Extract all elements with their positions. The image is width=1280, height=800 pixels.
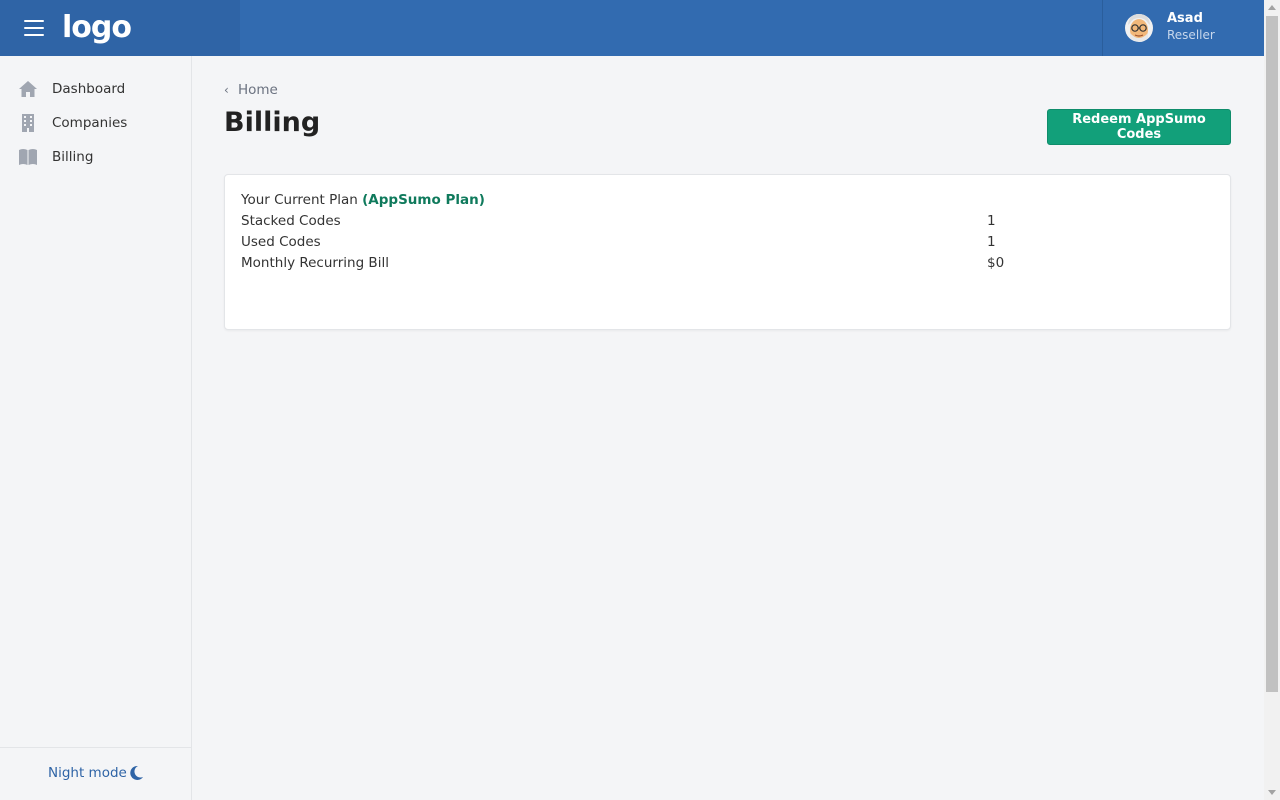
home-icon: [19, 81, 37, 97]
night-mode-toggle[interactable]: Night mode: [48, 765, 127, 781]
sidebar-item-billing[interactable]: Billing: [0, 142, 191, 172]
sidebar-item-dashboard[interactable]: Dashboard: [0, 74, 191, 104]
billing-plan-card: Your Current Plan (AppSumo Plan) Stacked…: [224, 174, 1231, 330]
sidebar-item-label: Billing: [52, 149, 94, 165]
used-codes-value: 1: [987, 234, 996, 250]
stacked-codes-value: 1: [987, 213, 996, 229]
sidebar-item-companies[interactable]: Companies: [0, 108, 191, 138]
top-bar: logo Asad Reseller: [0, 0, 1264, 56]
avatar: [1125, 14, 1153, 42]
top-bar-brand-area: logo: [0, 0, 240, 56]
page-title: Billing: [224, 107, 321, 138]
redeem-appsumo-codes-button[interactable]: Redeem AppSumo Codes: [1047, 109, 1231, 145]
scroll-up-arrow-icon[interactable]: [1268, 5, 1276, 10]
breadcrumb[interactable]: ‹ Home: [224, 82, 278, 98]
monthly-bill-label: Monthly Recurring Bill: [241, 255, 389, 271]
user-role: Reseller: [1167, 28, 1215, 42]
logo[interactable]: logo: [62, 10, 132, 46]
stacked-codes-label: Stacked Codes: [241, 213, 341, 229]
page-scrollbar[interactable]: [1264, 0, 1280, 800]
moon-icon[interactable]: [128, 765, 144, 781]
user-menu[interactable]: Asad Reseller: [1102, 0, 1264, 56]
scrollbar-thumb[interactable]: [1266, 16, 1278, 692]
user-name: Asad: [1167, 11, 1203, 26]
used-codes-label: Used Codes: [241, 234, 321, 250]
book-icon: [19, 149, 37, 165]
current-plan-row: Your Current Plan (AppSumo Plan): [241, 192, 485, 208]
breadcrumb-home-link[interactable]: Home: [238, 82, 278, 98]
monthly-bill-value: $0: [987, 255, 1005, 271]
sidebar-item-label: Companies: [52, 115, 128, 131]
hamburger-menu-icon[interactable]: [24, 20, 44, 36]
building-icon: [22, 114, 34, 132]
current-plan-label: Your Current Plan: [241, 192, 358, 208]
sidebar-item-label: Dashboard: [52, 81, 126, 97]
current-plan-name: (AppSumo Plan): [362, 192, 485, 208]
sidebar-footer: Night mode: [0, 747, 191, 800]
scroll-down-arrow-icon[interactable]: [1268, 790, 1276, 795]
chevron-left-icon: ‹: [224, 83, 229, 97]
sidebar: Dashboard Companies Billing Night mode: [0, 56, 192, 800]
